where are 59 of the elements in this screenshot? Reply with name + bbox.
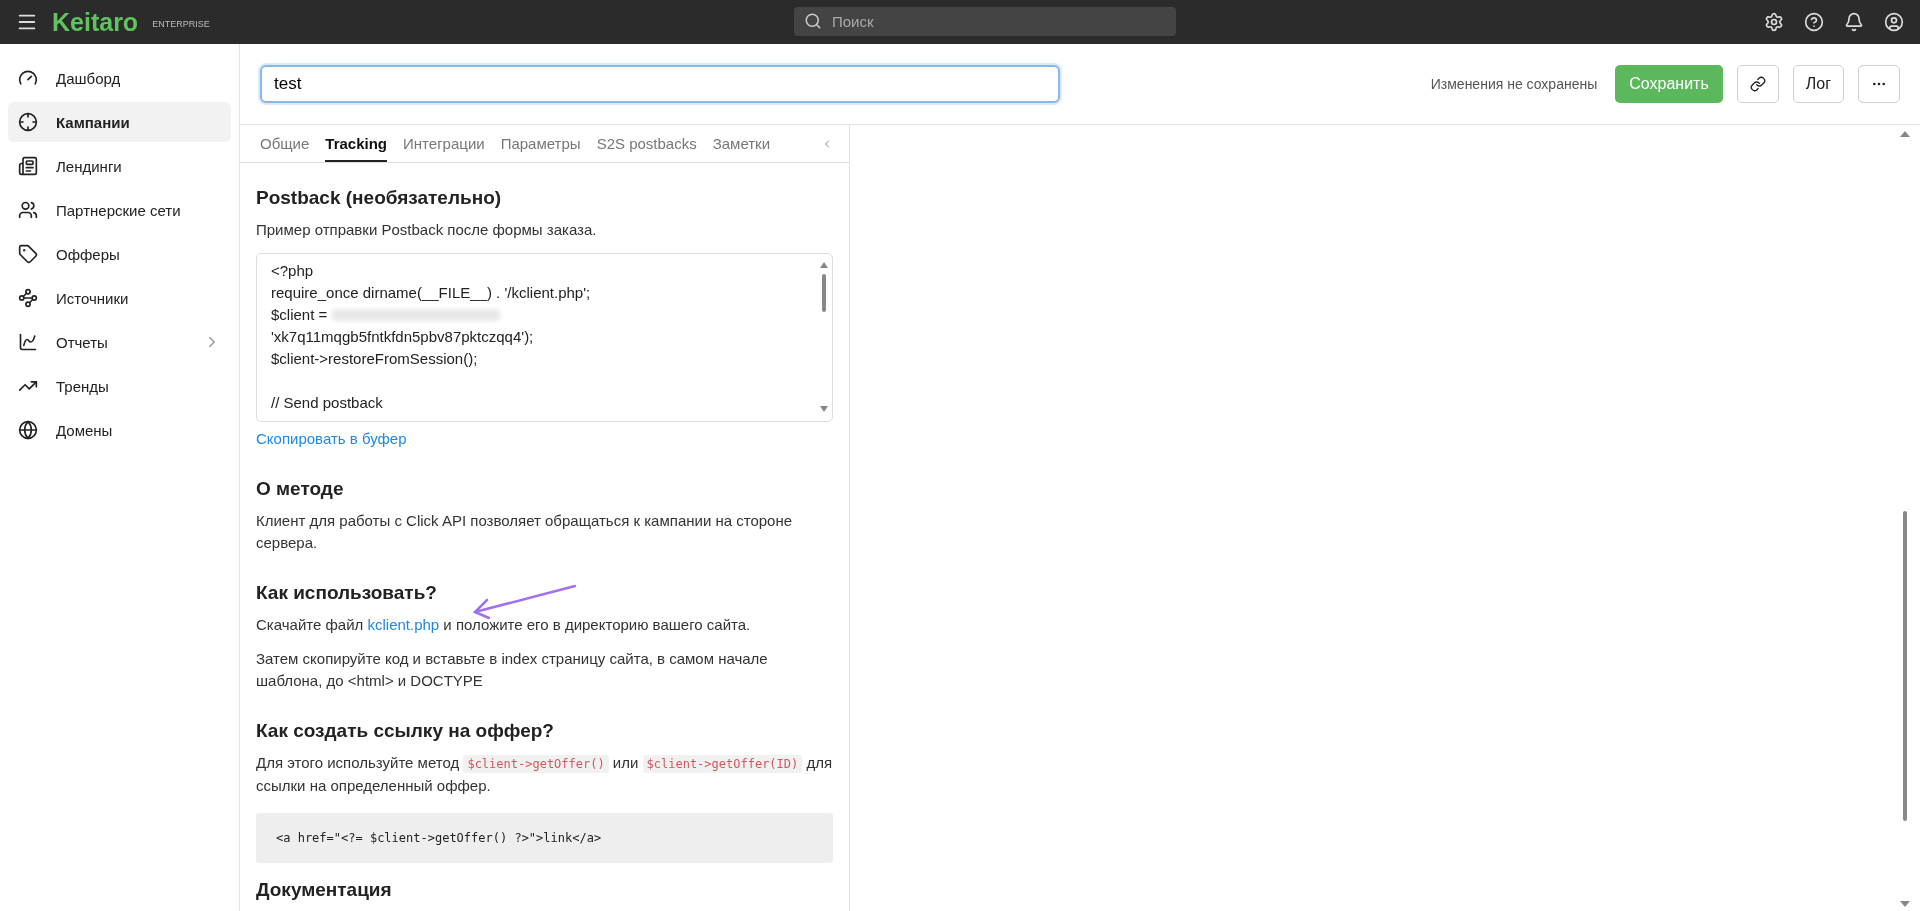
code-line: 'xk7q11mqgb5fntkfdn5pbv87pktczqq4'); [271, 327, 534, 347]
code-line: require_once dirname(__FILE__) . '/kclient.php'; [271, 283, 591, 303]
paragraph: Затем скопируйте код и вставьте в index страницу сайта, в самом начале шаблона, до <html> и DOCTYPE [256, 649, 769, 691]
sidebar-item[interactable]: Дашборд [8, 58, 231, 98]
code-line: $client = [271, 305, 329, 325]
bell-icon[interactable] [1844, 12, 1864, 32]
save-status: Изменения не сохранены [1430, 76, 1598, 92]
logo[interactable]: Keitaro [52, 7, 139, 37]
tab[interactable]: Заметки [712, 135, 771, 162]
paragraph: Пример отправки Postback после формы заказа. [256, 220, 598, 240]
section-heading: Как создать ссылку на оффер? [256, 720, 554, 742]
copy-link[interactable]: Скопировать в буфер [256, 430, 407, 447]
code-textarea[interactable]: <?php require_once dirname(__FILE__) . '/kclient.php'; $client = 'xk7q11mqgb5fntkfdn5pbv87pktczqq4'); $client->restoreFromSession(); // Send postback [256, 253, 833, 422]
user-icon[interactable] [1884, 12, 1904, 32]
sidebar-item[interactable]: Тренды [8, 366, 231, 406]
help-icon[interactable] [1804, 12, 1824, 32]
sidebar-item[interactable]: Кампании [8, 102, 231, 142]
connector-icon [18, 288, 38, 308]
globe-icon [18, 420, 38, 440]
file-link[interactable]: kclient.php [367, 616, 440, 633]
sidebar-item[interactable]: Источники [8, 278, 231, 318]
tag-icon [18, 244, 38, 264]
sidebar-item[interactable]: Офферы [8, 234, 231, 274]
crosshair-icon [18, 112, 38, 132]
inline-code: $client->getOffer(ID) [642, 755, 803, 773]
inline-code: $client->getOffer() [463, 755, 609, 773]
link-button[interactable] [1736, 65, 1779, 103]
code-line: $client->restoreFromSession(); [271, 349, 478, 369]
scrollbar-drawing[interactable] [820, 262, 828, 413]
search-field[interactable]: Поиск [794, 7, 1176, 36]
link-icon [1749, 76, 1766, 92]
paragraph: Клиент для работы с Click API позволяет обращаться к кампании на стороне сервера. [256, 511, 794, 553]
tab[interactable]: S2S postbacks [596, 135, 697, 162]
tab[interactable]: Tracking [325, 135, 388, 162]
code-line: <?php [271, 261, 314, 281]
code-snippet: <a href="<?= $client->getOffer() ?>">link</a> [256, 813, 833, 863]
gauge-icon [18, 68, 38, 88]
sidebar-item[interactable]: Отчеты [8, 322, 231, 362]
paragraph: Для этого используйте метод $client->getOffer() или $client->getOffer(ID) для ссылки на определенный оффер. [256, 753, 833, 796]
sidebar-item[interactable]: Лендинги [8, 146, 231, 186]
name-field[interactable]: test [260, 65, 1060, 103]
log-button[interactable]: Лог [1792, 65, 1844, 103]
chart-icon [18, 332, 38, 352]
search-icon [804, 12, 822, 30]
tab[interactable]: Параметры [500, 135, 581, 162]
people-icon [18, 200, 38, 220]
settings-icon[interactable] [1764, 12, 1784, 32]
code-line: // Send postback [271, 393, 383, 413]
edition-label: ENTERPRISE [152, 19, 210, 29]
section-heading: Как использовать? [256, 582, 437, 604]
sidebar-item[interactable]: Партнерские сети [8, 190, 231, 230]
tab[interactable]: Интеграции [403, 135, 485, 162]
document-icon [18, 156, 38, 176]
section-heading: О методе [256, 478, 344, 500]
paragraph: Скачайте файл kclient.php и положите его в директорию вашего сайта. [256, 615, 752, 635]
section-heading: Postback (необязательно) [256, 187, 502, 209]
section-heading: Документация [256, 879, 392, 901]
tab[interactable]: Общие [260, 135, 310, 162]
sidebar-item[interactable]: Домены [8, 410, 231, 450]
